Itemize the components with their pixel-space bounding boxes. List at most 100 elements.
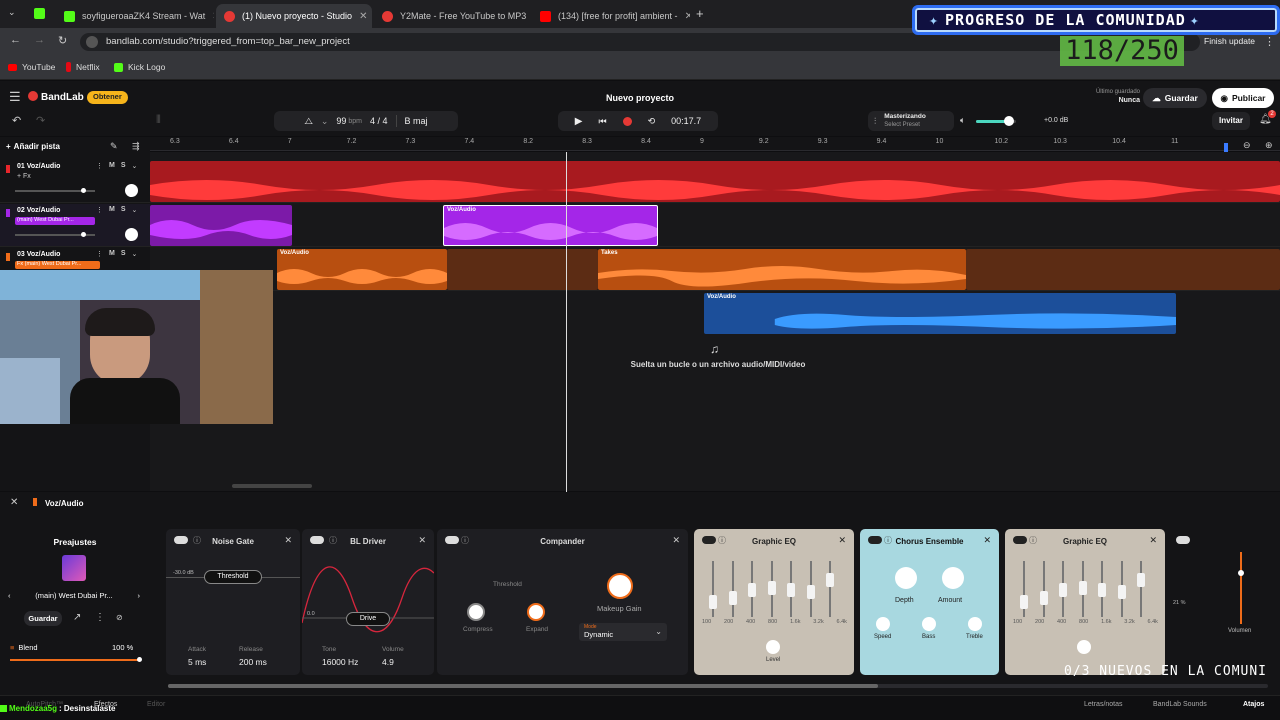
expand-knob[interactable]: [527, 603, 545, 621]
close-icon[interactable]: ✕: [838, 535, 846, 546]
track-header-2[interactable]: 02 Voz/Audio (main) West Dubai Pr... ⋮ M S…: [0, 204, 150, 247]
eq-band-slider[interactable]: [1020, 561, 1028, 617]
slider-knob[interactable]: [137, 657, 142, 662]
bookmark-kick[interactable]: Kick Logo: [114, 62, 165, 72]
fx-scrollbar[interactable]: [168, 684, 1268, 688]
chevron-down-icon[interactable]: ⌄: [132, 162, 138, 170]
close-icon[interactable]: ✕: [284, 535, 292, 546]
eq-band-slider[interactable]: [1039, 561, 1048, 617]
pan-knob[interactable]: [125, 184, 138, 197]
track-name[interactable]: 01 Voz/Audio: [17, 163, 60, 170]
eq-band-knob[interactable]: [1020, 595, 1028, 609]
eq-band-knob[interactable]: [826, 573, 834, 587]
fader-knob[interactable]: [1238, 570, 1244, 576]
eq-band-slider[interactable]: [1098, 561, 1106, 617]
mute-button[interactable]: M: [109, 206, 115, 214]
threshold-handle[interactable]: Threshold: [204, 570, 262, 584]
save-button[interactable]: ☁ Guardar: [1143, 88, 1207, 108]
app-logo[interactable]: BandLab: [41, 92, 84, 103]
close-icon[interactable]: ✕: [359, 11, 367, 22]
eq-band-knob[interactable]: [806, 585, 815, 599]
eq-band-knob[interactable]: [709, 595, 717, 609]
reload-icon[interactable]: ↻: [58, 34, 67, 47]
undo-icon[interactable]: ↶: [12, 114, 21, 127]
tab-bandlab[interactable]: (1) Nuevo proyecto - Studio ✕: [216, 4, 372, 28]
editor-tab[interactable]: Editor: [147, 701, 165, 708]
eq-band-slider[interactable]: [767, 561, 776, 617]
bass-knob[interactable]: [922, 617, 936, 631]
preset-selector[interactable]: ‹ (main) West Dubai Pr... ›: [8, 588, 140, 602]
preset-save-button[interactable]: Guardar: [24, 611, 62, 626]
speaker-icon[interactable]: 🔈︎: [960, 115, 965, 126]
scrollbar-thumb[interactable]: [168, 684, 878, 688]
track-volume-slider[interactable]: [15, 188, 95, 193]
kick-pinned-tab[interactable]: [34, 8, 45, 19]
back-icon[interactable]: ←: [10, 34, 21, 46]
chevron-right-icon[interactable]: ›: [137, 591, 140, 600]
bookmark-youtube[interactable]: YouTube: [8, 62, 55, 72]
audio-clip[interactable]: Voz/Audio: [704, 293, 1176, 334]
volume-knob[interactable]: [1004, 116, 1014, 126]
add-track-button[interactable]: + Añadir pista: [6, 142, 60, 151]
eq-band-knob[interactable]: [1059, 583, 1067, 597]
eq-band-slider[interactable]: [728, 561, 737, 617]
invite-button[interactable]: Invitar: [1212, 112, 1250, 130]
level-knob[interactable]: [1077, 640, 1091, 654]
toggle-switch[interactable]: [1176, 536, 1190, 544]
track-fx-chip[interactable]: Fx (main) West Dubai Pr...: [15, 261, 100, 269]
redo-icon[interactable]: ↷: [36, 114, 45, 127]
lane-3[interactable]: Voz/Audio Takes: [150, 248, 1280, 291]
eq-band-knob[interactable]: [1117, 585, 1126, 599]
tab-search-icon[interactable]: ⌄: [8, 7, 16, 18]
slider-knob[interactable]: [81, 188, 86, 193]
pan-knob[interactable]: [125, 228, 138, 241]
hamburger-icon[interactable]: ☰: [9, 89, 21, 105]
time-signature[interactable]: 4 / 4: [370, 116, 388, 126]
close-icon[interactable]: ✕: [212, 11, 214, 22]
eq-band-slider[interactable]: [709, 561, 717, 617]
track-header-1[interactable]: 01 Voz/Audio + Fx ⋮ M S ⌄: [0, 160, 150, 203]
play-icon[interactable]: ▶: [575, 116, 583, 127]
browser-menu-icon[interactable]: ⋮: [1264, 35, 1275, 48]
key-value[interactable]: B maj: [405, 116, 428, 126]
tone-value[interactable]: 16000 Hz: [322, 657, 358, 667]
speed-knob[interactable]: [876, 617, 890, 631]
lane-1[interactable]: [150, 160, 1280, 203]
more-icon[interactable]: ⋮: [95, 612, 105, 623]
eq-band-knob[interactable]: [1098, 583, 1106, 597]
track-name[interactable]: 03 Voz/Audio: [17, 251, 60, 258]
close-icon[interactable]: ✕: [10, 497, 18, 508]
mode-select[interactable]: Mode Dynamic ⌄: [579, 623, 667, 641]
timeline-lanes[interactable]: Voz/Audio Voz/Audio Takes Voz/Audio ♫ Su…: [150, 152, 1280, 491]
compress-knob[interactable]: [467, 603, 485, 621]
audio-clip[interactable]: [150, 161, 1280, 202]
eq-band-knob[interactable]: [728, 591, 737, 605]
new-tab-button[interactable]: +: [696, 6, 704, 21]
eq-band-slider[interactable]: [1117, 561, 1126, 617]
track-fx-chip[interactable]: (main) West Dubai Pr...: [15, 217, 95, 225]
eq-band-knob[interactable]: [748, 583, 756, 597]
playhead[interactable]: [566, 152, 567, 492]
track-settings-icon[interactable]: ⇶: [132, 141, 140, 152]
close-icon[interactable]: ✕: [983, 535, 991, 546]
eq-band-slider[interactable]: [806, 561, 815, 617]
menu-icon[interactable]: ⋮: [96, 206, 103, 214]
url-field[interactable]: bandlab.com/studio?triggered_from=top_ba…: [80, 33, 1200, 51]
publish-button[interactable]: ◉ Publicar: [1212, 88, 1274, 108]
treble-knob[interactable]: [968, 617, 982, 631]
eq-band-slider[interactable]: [826, 561, 834, 617]
eq-band-slider[interactable]: [787, 561, 795, 617]
edit-icon[interactable]: ✎: [110, 141, 118, 152]
lane-4[interactable]: Voz/Audio: [150, 292, 1280, 335]
tempo-value[interactable]: 99: [336, 116, 346, 126]
preset-thumbnail[interactable]: [62, 555, 86, 581]
finish-update-button[interactable]: Finish update: [1204, 36, 1255, 46]
mute-button[interactable]: M: [109, 250, 115, 258]
audio-clip-selected[interactable]: Voz/Audio: [443, 205, 658, 246]
bandlab-sounds-button[interactable]: BandLab Sounds: [1153, 701, 1207, 708]
attack-value[interactable]: 5 ms: [188, 657, 206, 667]
lane-2[interactable]: Voz/Audio: [150, 204, 1280, 247]
depth-knob[interactable]: [895, 567, 917, 589]
solo-button[interactable]: S: [121, 206, 126, 214]
eq-band-slider[interactable]: [748, 561, 756, 617]
